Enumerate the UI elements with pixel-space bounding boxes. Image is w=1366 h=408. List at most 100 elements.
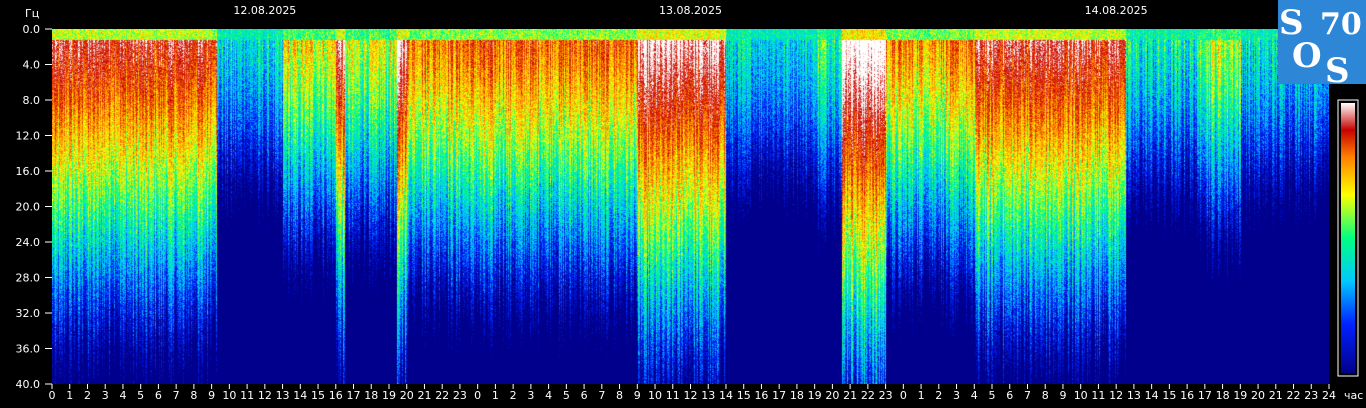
x-tick-label: 2: [84, 389, 91, 402]
x-tick-label: 6: [1006, 389, 1013, 402]
x-tick-label: 8: [616, 389, 623, 402]
y-tick-label: 24.0: [16, 236, 41, 249]
x-tick-label: 10: [1074, 389, 1088, 402]
x-tick-label: 18: [1216, 389, 1230, 402]
x-tick-label: 16: [754, 389, 768, 402]
x-tick-label: 5: [563, 389, 570, 402]
x-tick-label: 3: [102, 389, 109, 402]
date-label: 14.08.2025: [1085, 4, 1148, 17]
x-tick-label: 0: [49, 389, 56, 402]
x-tick-label: 14: [719, 389, 733, 402]
x-tick-label: 3: [953, 389, 960, 402]
x-tick-label: 9: [1059, 389, 1066, 402]
logo-letter-s2: S: [1325, 51, 1350, 91]
y-tick-label: 40.0: [16, 378, 41, 391]
sos70-logo: S O S 70: [1278, 0, 1366, 91]
x-tick-label: 23: [1304, 389, 1318, 402]
x-tick-label: 15: [737, 389, 751, 402]
spectrogram-chart: Гц 0.0 4.0 8.0 12.0 16.0 20.0 24.0 28.0 32.0 36.0…: [16, 0, 1366, 402]
x-tick-label: 8: [190, 389, 197, 402]
x-tick-label: 5: [989, 389, 996, 402]
x-tick-label: 9: [208, 389, 215, 402]
x-tick-label: 15: [311, 389, 325, 402]
x-tick-label: 8: [1042, 389, 1049, 402]
logo-number: 70: [1320, 7, 1362, 42]
x-tick-label: 1: [66, 389, 73, 402]
x-tick-label: 9: [634, 389, 641, 402]
y-tick-label: 36.0: [16, 343, 41, 356]
x-tick-label: 20: [400, 389, 414, 402]
x-tick-label: 3: [527, 389, 534, 402]
logo-letter-o: O: [1292, 36, 1322, 76]
x-tick-label: 19: [1233, 389, 1247, 402]
x-tick-label: 10: [648, 389, 662, 402]
y-axis-ticks: 0.0 4.0 8.0 12.0 16.0 20.0 24.0 28.0 32.0 36.0 40.…: [16, 23, 52, 391]
x-tick-label: 13: [1127, 389, 1141, 402]
color-legend: [1337, 99, 1359, 377]
x-tick-label: 21: [1269, 389, 1283, 402]
x-tick-label: 4: [545, 389, 552, 402]
y-tick-label: 8.0: [23, 94, 41, 107]
x-tick-label: 17: [772, 389, 786, 402]
x-tick-label: 12: [684, 389, 698, 402]
x-tick-label: 16: [329, 389, 343, 402]
x-tick-label: 18: [364, 389, 378, 402]
x-tick-label: 16: [1180, 389, 1194, 402]
x-tick-label: 10: [222, 389, 236, 402]
x-tick-label: 4: [119, 389, 126, 402]
x-tick-label: 6: [581, 389, 588, 402]
x-axis-title: час: [1344, 389, 1363, 402]
x-tick-label: 22: [1287, 389, 1301, 402]
date-label: 13.08.2025: [659, 4, 722, 17]
x-tick-label: 13: [276, 389, 290, 402]
x-tick-label: 1: [918, 389, 925, 402]
x-tick-label: 6: [155, 389, 162, 402]
x-tick-label: 0: [474, 389, 481, 402]
x-tick-label: 0: [900, 389, 907, 402]
x-tick-label: 23: [879, 389, 893, 402]
x-tick-label: 7: [598, 389, 605, 402]
x-tick-label: 7: [1024, 389, 1031, 402]
x-tick-label: 11: [1091, 389, 1105, 402]
x-tick-label: 14: [293, 389, 307, 402]
legend-gradient: [1341, 103, 1355, 373]
x-axis-ticks: 0 1 2 3 4 5 6 7 8 9 10 11 12 13 14 15 16 17 18 19 20 21 22 23 0 1…: [49, 384, 1336, 402]
x-tick-label: 7: [173, 389, 180, 402]
x-tick-label: 11: [666, 389, 680, 402]
x-tick-label: 20: [825, 389, 839, 402]
x-tick-label: 2: [510, 389, 517, 402]
x-tick-label: 22: [435, 389, 449, 402]
y-tick-label: 12.0: [16, 130, 41, 143]
x-tick-label: 4: [971, 389, 978, 402]
y-tick-label: 4.0: [23, 59, 41, 72]
date-label: 12.08.2025: [233, 4, 296, 17]
x-tick-label: 19: [382, 389, 396, 402]
x-tick-label: 24: [1322, 389, 1336, 402]
y-axis-title: Гц: [25, 7, 39, 20]
x-tick-label: 12: [1109, 389, 1123, 402]
y-tick-label: 28.0: [16, 272, 41, 285]
x-tick-label: 13: [701, 389, 715, 402]
x-tick-label: 22: [861, 389, 875, 402]
x-tick-label: 1: [492, 389, 499, 402]
date-labels: 12.08.2025 13.08.2025 14.08.2025: [233, 4, 1147, 17]
x-tick-label: 21: [843, 389, 857, 402]
y-tick-label: 32.0: [16, 307, 41, 320]
x-tick-label: 2: [935, 389, 942, 402]
x-tick-label: 14: [1145, 389, 1159, 402]
y-tick-label: 0.0: [23, 23, 41, 36]
x-tick-label: 15: [1162, 389, 1176, 402]
x-tick-label: 12: [258, 389, 272, 402]
x-tick-label: 23: [453, 389, 467, 402]
y-tick-label: 20.0: [16, 201, 41, 214]
x-tick-label: 17: [347, 389, 361, 402]
spectrogram-image: [52, 29, 1329, 384]
x-tick-label: 20: [1251, 389, 1265, 402]
x-tick-label: 21: [417, 389, 431, 402]
spectrogram-plot: [52, 29, 1329, 384]
x-tick-label: 19: [808, 389, 822, 402]
x-tick-label: 5: [137, 389, 144, 402]
x-tick-label: 11: [240, 389, 254, 402]
y-tick-label: 16.0: [16, 165, 41, 178]
x-tick-label: 17: [1198, 389, 1212, 402]
